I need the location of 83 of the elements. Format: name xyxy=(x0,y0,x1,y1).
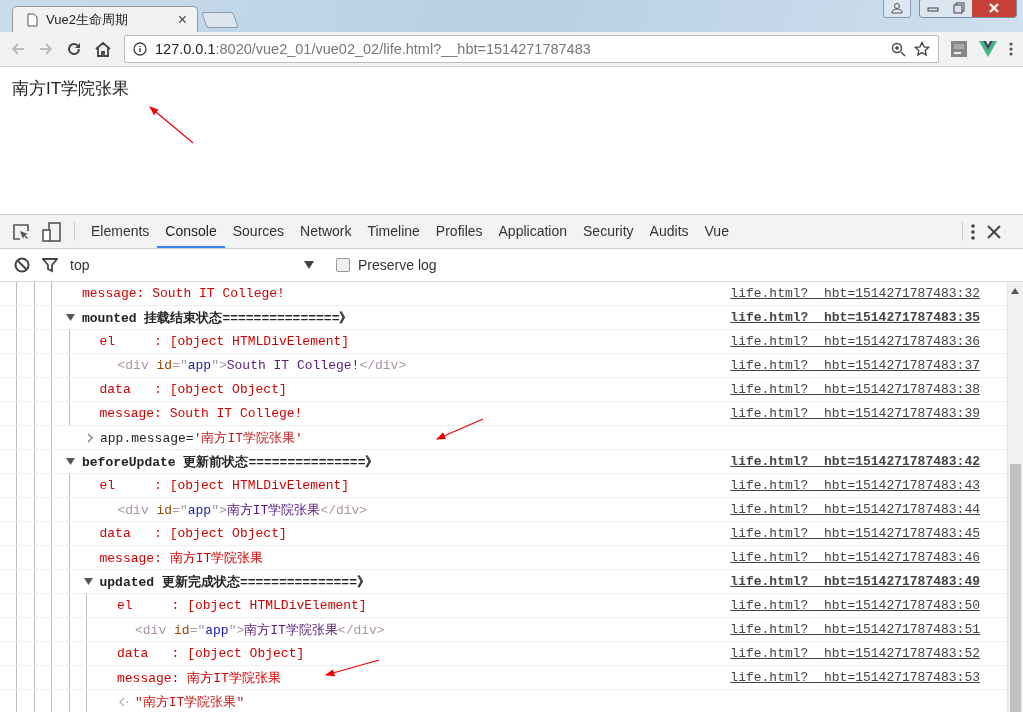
preserve-log-checkbox[interactable] xyxy=(336,258,350,272)
log-message: el : [object HTMLDivElement] xyxy=(99,478,350,493)
star-icon[interactable] xyxy=(914,41,930,57)
source-link[interactable]: life.html?__hbt=1514271787483:50 xyxy=(730,598,980,613)
close-window-button[interactable] xyxy=(972,0,1016,17)
context-select[interactable]: top xyxy=(70,257,292,273)
person-icon xyxy=(891,2,903,14)
devtools-tab[interactable]: Audits xyxy=(641,215,697,248)
close-tab-button[interactable]: × xyxy=(177,10,187,29)
inspect-icon[interactable] xyxy=(12,222,30,241)
devtools-tab[interactable]: Network xyxy=(292,215,360,248)
log-message: data : [object Object] xyxy=(99,382,287,397)
page-icon xyxy=(27,12,38,27)
browser-tab[interactable]: Vue2生命周期 × xyxy=(12,6,198,32)
log-message: message: South IT College! xyxy=(99,406,303,421)
source-link[interactable]: life.html?__hbt=1514271787483:38 xyxy=(730,382,980,397)
log-message: el : [object HTMLDivElement] xyxy=(117,598,367,613)
device-icon[interactable] xyxy=(42,221,62,242)
source-link[interactable]: life.html?__hbt=1514271787483:32 xyxy=(730,286,980,301)
log-message: message: 南方IT学院张果 xyxy=(117,669,281,687)
devtools-tab[interactable]: Timeline xyxy=(359,215,428,248)
annotation-arrow xyxy=(435,418,484,440)
menu-icon[interactable] xyxy=(1009,41,1013,57)
source-link[interactable]: life.html?__hbt=1514271787483:43 xyxy=(730,478,980,493)
source-link[interactable]: life.html?__hbt=1514271787483:36 xyxy=(730,334,980,349)
filter-icon[interactable] xyxy=(42,257,58,273)
group-title[interactable]: beforeUpdate 更新前状态===============》 xyxy=(82,452,379,471)
devtools-tab[interactable]: Profiles xyxy=(427,215,491,248)
devtools-tab[interactable]: Security xyxy=(575,215,642,248)
source-link[interactable]: life.html?__hbt=1514271787483:51 xyxy=(730,622,980,637)
page-heading: 南方IT学院张果 xyxy=(12,78,130,100)
console-command: app.message='南方IT学院张果' xyxy=(100,429,303,447)
devtools-tab[interactable]: Elements xyxy=(83,215,158,248)
log-message: el : [object HTMLDivElement] xyxy=(99,334,350,349)
element-log: <div id="app">南方IT学院张果</div> xyxy=(117,501,368,519)
devtools-tab[interactable]: Console xyxy=(157,215,225,248)
group-title[interactable]: updated 更新完成状态===============》 xyxy=(99,572,370,591)
address-bar[interactable]: 127.0.0.1:8020/vue2_01/vue02_02/life.html?__hbt=1514271787483 xyxy=(124,35,939,63)
close-icon[interactable] xyxy=(987,224,1001,239)
source-link[interactable]: life.html?__hbt=1514271787483:44 xyxy=(730,502,980,517)
dropdown-caret-icon[interactable] xyxy=(304,261,314,269)
devtools-tab[interactable]: Sources xyxy=(224,215,293,248)
source-link[interactable]: life.html?__hbt=1514271787483:42 xyxy=(730,454,980,469)
annotation-arrow xyxy=(324,659,380,677)
scrollbar[interactable] xyxy=(1007,282,1023,712)
element-log: <div id="app">South IT College!</div> xyxy=(117,358,407,373)
log-message: message: 南方IT学院张果 xyxy=(99,549,264,567)
tab-title: Vue2生命周期 xyxy=(46,10,129,29)
log-message: data : [object Object] xyxy=(99,526,287,541)
reload-icon[interactable] xyxy=(66,41,82,57)
close-icon xyxy=(988,2,1000,14)
extension-icon[interactable] xyxy=(951,41,967,57)
prompt-chevron-icon xyxy=(87,432,94,443)
expand-triangle-icon[interactable] xyxy=(83,577,93,586)
expand-triangle-icon[interactable] xyxy=(66,313,75,322)
log-message: data : [object Object] xyxy=(117,646,305,661)
source-link[interactable]: life.html?__hbt=1514271787483:52 xyxy=(730,646,980,661)
profile-button[interactable] xyxy=(883,0,911,18)
annotation-arrow xyxy=(149,106,194,144)
preserve-log-label: Preserve log xyxy=(358,257,437,273)
clear-console-icon[interactable] xyxy=(14,257,30,273)
source-link[interactable]: life.html?__hbt=1514271787483:37 xyxy=(730,358,980,373)
source-link[interactable]: life.html?__hbt=1514271787483:39 xyxy=(730,406,980,421)
url-text: 127.0.0.1:8020/vue2_01/vue02_02/life.html?__hbt=1514271787483 xyxy=(155,41,592,57)
info-icon[interactable] xyxy=(133,42,147,56)
devtools-tab[interactable]: Vue xyxy=(696,215,737,248)
log-message: message: South IT College! xyxy=(82,286,285,301)
result-arrow-icon xyxy=(119,696,129,707)
expand-triangle-icon[interactable] xyxy=(66,457,75,466)
zoom-icon[interactable] xyxy=(891,41,906,57)
vue-logo-icon[interactable] xyxy=(979,41,997,57)
console-result: "南方IT学院张果" xyxy=(135,693,245,711)
scroll-up-icon[interactable] xyxy=(1011,288,1019,294)
devtools-tab[interactable]: Application xyxy=(490,215,576,248)
source-link[interactable]: life.html?__hbt=1514271787483:35 xyxy=(730,310,980,325)
source-link[interactable]: life.html?__hbt=1514271787483:49 xyxy=(730,574,980,589)
home-icon[interactable] xyxy=(94,41,112,57)
group-title[interactable]: mounted 挂载结束状态===============》 xyxy=(82,308,353,327)
more-icon[interactable] xyxy=(971,222,975,241)
element-log: <div id="app">南方IT学院张果</div> xyxy=(135,621,385,639)
source-link[interactable]: life.html?__hbt=1514271787483:46 xyxy=(730,550,980,565)
source-link[interactable]: life.html?__hbt=1514271787483:53 xyxy=(730,670,980,685)
source-link[interactable]: life.html?__hbt=1514271787483:45 xyxy=(730,526,980,541)
